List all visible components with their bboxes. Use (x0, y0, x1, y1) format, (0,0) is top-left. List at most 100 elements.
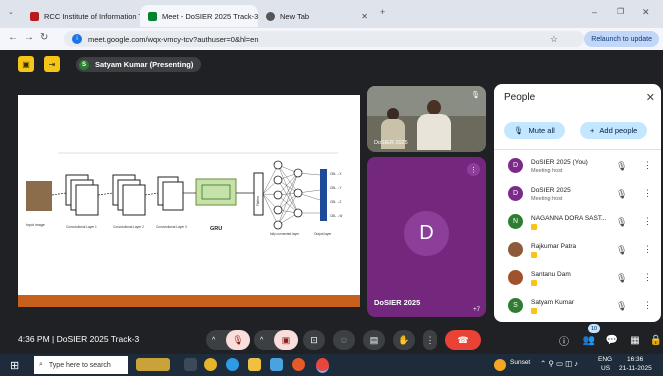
window-close-icon[interactable]: ✕ (642, 7, 650, 18)
participant-video-tile[interactable]: 🎙 DoSIER 2025 (367, 86, 486, 152)
participant-name: NAGANNA DORA SAST... (531, 215, 607, 222)
site-info-icon[interactable]: i (72, 34, 82, 44)
mute-all-button[interactable]: 🎙 Mute all (504, 122, 565, 139)
tab-title: Meet - DoSIER 2025 Track-3 (162, 11, 258, 21)
edge-icon[interactable] (226, 358, 239, 371)
participant-row[interactable]: D DoSIER 2025 Meeting host 🎙 ⋮ (494, 182, 661, 208)
participant-name: Satyam Kumar (531, 299, 574, 306)
present-layout-icon[interactable]: ▣ (18, 56, 34, 72)
close-panel-icon[interactable]: ✕ (646, 91, 655, 104)
tab-meet[interactable]: Meet - DoSIER 2025 Track-3 ◉ ✕ (140, 5, 258, 27)
windows-start-icon[interactable]: ⊞ (10, 359, 19, 372)
bookmark-star-icon[interactable]: ☆ (550, 34, 558, 45)
search-placeholder: Type here to search (48, 361, 111, 369)
mic-toggle-button[interactable]: 🎙 (226, 330, 250, 350)
participant-avatar: N (508, 214, 523, 229)
mic-off-icon[interactable]: 🎙 (616, 161, 627, 172)
participant-row[interactable]: Santanu Dam 🎙 ⋮ (494, 266, 661, 292)
weather-label[interactable]: Sunset (510, 359, 530, 366)
label-conv2: Convolutional Layer 2 (113, 225, 144, 229)
more-options-button[interactable]: ⋮ (423, 330, 437, 350)
more-options-icon[interactable]: ⋮ (643, 272, 652, 283)
chat-icon[interactable]: 💬 (604, 330, 620, 350)
add-people-label: Add people (599, 126, 638, 135)
app-icon[interactable] (270, 358, 283, 371)
tab-search-icon[interactable]: ⌄ (8, 8, 14, 16)
tab-rcc[interactable]: RCC Institute of Information Te ✕ (22, 5, 140, 27)
add-people-button[interactable]: + Add people (580, 122, 648, 139)
chrome-favicon-icon (266, 11, 275, 21)
label-o3: CBL→Z (330, 200, 341, 204)
mic-off-icon[interactable]: 🎙 (616, 245, 627, 256)
captions-button[interactable]: ▤ (363, 330, 385, 350)
browser-toolbar: ← → ↻ i meet.google.com/wqx-vmcy-tcv?aut… (0, 28, 663, 51)
address-bar[interactable]: i meet.google.com/wqx-vmcy-tcv?authuser=… (64, 31, 584, 47)
more-options-icon[interactable]: ⋮ (643, 300, 652, 311)
camera-control-group: ^ ▣ (254, 330, 298, 350)
participant-role: Meeting host (531, 196, 563, 202)
mic-options-chevron-icon[interactable]: ^ (212, 337, 215, 344)
leave-call-button[interactable]: ☎ (445, 330, 481, 350)
mic-off-icon: 🎙 (514, 126, 524, 135)
participant-row[interactable]: Rajkumar Patra 🎙 ⋮ (494, 238, 661, 264)
forward-icon[interactable]: → (24, 32, 34, 43)
present-screen-button[interactable]: ⊡ (303, 330, 325, 350)
meeting-details-icon[interactable]: ⓘ (556, 330, 572, 350)
close-icon[interactable]: ✕ (361, 12, 368, 21)
task-view-icon[interactable] (184, 358, 197, 371)
taskbar-search[interactable]: ⌕ Type here to search (34, 356, 128, 374)
presenter-avatar: S (79, 59, 89, 70)
speaking-indicator-icon: ⋮ (467, 163, 480, 176)
emoji-reaction-button[interactable]: ☺ (333, 330, 355, 350)
search-icon: ⌕ (39, 361, 43, 368)
more-options-icon[interactable]: ⋮ (643, 244, 652, 255)
participant-avatar: D (508, 158, 523, 173)
app-icon[interactable] (292, 358, 305, 371)
more-participants-count[interactable]: +7 (473, 307, 480, 313)
url-text: meet.google.com/wqx-vmcy-tcv?authuser=0&… (88, 34, 259, 44)
participant-role: Meeting host (531, 168, 563, 174)
participant-row[interactable]: D DoSIER 2025 (You) Meeting host 🎙 ⋮ (494, 154, 661, 180)
language-indicator[interactable]: ENG (598, 356, 612, 363)
mic-control-group: ^ 🎙 (206, 330, 250, 350)
participant-name: Santanu Dam (531, 271, 571, 278)
file-explorer-icon[interactable] (248, 358, 261, 371)
more-options-icon[interactable]: ⋮ (643, 216, 652, 227)
mic-off-icon[interactable]: 🎙 (616, 301, 627, 312)
wall-background (367, 86, 486, 116)
exit-present-icon[interactable]: ⇥ (44, 56, 60, 72)
camera-toggle-button[interactable]: ▣ (274, 330, 298, 350)
clock-time[interactable]: 16:36 (627, 356, 643, 363)
relaunch-button[interactable]: Relaunch to update (584, 31, 659, 47)
maximize-icon[interactable]: ❐ (617, 7, 624, 16)
mic-off-icon[interactable]: 🎙 (616, 217, 627, 228)
raise-hand-button[interactable]: ✋ (393, 330, 415, 350)
widgets-icon[interactable] (136, 358, 170, 371)
tab-title: New Tab (280, 11, 310, 21)
mic-off-icon[interactable]: 🎙 (616, 273, 627, 284)
camera-options-chevron-icon[interactable]: ^ (260, 337, 263, 344)
participant-row[interactable]: S Satyam Kumar 🎙 ⋮ (494, 294, 661, 320)
mute-all-label: Mute all (528, 126, 555, 135)
more-options-icon[interactable]: ⋮ (643, 160, 652, 171)
people-icon[interactable]: 👥 (580, 330, 598, 350)
activities-icon[interactable]: ▦ (627, 330, 643, 350)
app-icon[interactable] (204, 358, 217, 371)
back-icon[interactable]: ← (8, 32, 18, 43)
minimize-icon[interactable]: – (592, 7, 597, 17)
chrome-icon[interactable] (316, 358, 329, 373)
label-conv3: Convolutional Layer 3 (156, 225, 187, 229)
new-tab-button[interactable]: + (380, 7, 385, 17)
tile-name: DoSIER 2025 (374, 298, 421, 307)
raised-hand-icon (531, 308, 537, 314)
tab-new[interactable]: New Tab ✕ (258, 5, 376, 27)
participant-avatar-tile[interactable]: ⋮ D DoSIER 2025 +7 (367, 157, 486, 317)
host-controls-icon[interactable]: 🔒 (649, 330, 663, 350)
system-tray-icons[interactable]: ⌃ ⚲ ▭ ◫ ♪ (540, 359, 578, 368)
reload-icon[interactable]: ↻ (40, 32, 48, 43)
mic-off-icon[interactable]: 🎙 (616, 189, 627, 200)
people-panel: People ✕ 🎙 Mute all + Add people D DoSIE… (494, 84, 661, 322)
tab-title: RCC Institute of Information Te (44, 11, 140, 21)
more-options-icon[interactable]: ⋮ (643, 188, 652, 199)
participant-row[interactable]: N NAGANNA DORA SAST... 🎙 ⋮ (494, 210, 661, 236)
